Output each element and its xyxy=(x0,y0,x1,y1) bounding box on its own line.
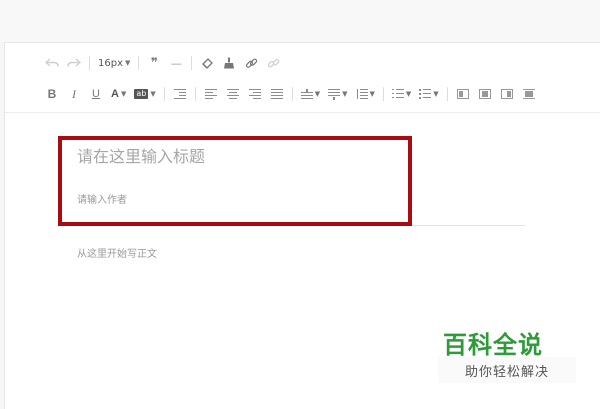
chevron-down-icon: ▼ xyxy=(369,90,375,98)
clear-format-button[interactable] xyxy=(200,54,214,72)
align-justify-icon xyxy=(270,89,283,99)
insert-link-button[interactable] xyxy=(244,54,258,72)
font-size-select[interactable]: 16px ▼ xyxy=(98,54,130,72)
font-color-icon: A xyxy=(111,88,119,100)
ordered-list-icon xyxy=(391,89,404,99)
author-divider xyxy=(77,225,525,226)
horizontal-rule-icon: — xyxy=(170,56,182,70)
top-bar xyxy=(0,0,600,42)
image-left-icon xyxy=(456,89,469,99)
toolbar-separator xyxy=(382,87,384,101)
italic-button[interactable]: I xyxy=(67,85,81,103)
line-height-button[interactable]: ▼ xyxy=(356,85,375,103)
paragraph-spacing-after-button[interactable]: ▼ xyxy=(328,85,348,103)
toolbar-separator xyxy=(191,56,193,70)
toolbar-separator xyxy=(163,87,165,101)
align-right-button[interactable] xyxy=(248,85,262,103)
watermark-subtitle: 助你轻松解决 xyxy=(438,357,576,383)
spacing-before-icon xyxy=(300,89,313,99)
image-inline-icon xyxy=(478,89,491,99)
image-float-left-button[interactable] xyxy=(456,85,470,103)
image-center-button[interactable] xyxy=(522,85,536,103)
image-inline-button[interactable] xyxy=(478,85,492,103)
body-input[interactable]: 从这里开始写正文 xyxy=(77,245,157,260)
line-height-icon xyxy=(356,89,368,99)
eraser-icon xyxy=(202,58,214,69)
align-left-icon xyxy=(204,89,217,99)
unordered-list-button[interactable]: ▼ xyxy=(419,85,439,103)
chevron-down-icon: ▼ xyxy=(342,90,348,98)
remove-link-button[interactable] xyxy=(266,54,280,72)
bold-button[interactable]: B xyxy=(45,85,59,103)
unordered-list-icon xyxy=(419,89,432,99)
toolbar-row-1: 16px ▼ ❞ — xyxy=(45,53,288,73)
background-color-button[interactable]: ab ▼ xyxy=(134,85,156,103)
chevron-down-icon: ▼ xyxy=(125,59,131,67)
toolbar-separator xyxy=(89,56,90,70)
horizontal-rule-button[interactable]: — xyxy=(169,54,183,72)
indent-icon xyxy=(173,89,186,99)
unlink-icon xyxy=(267,58,280,67)
watermark-title: 百科全说 xyxy=(443,331,543,359)
image-center-icon xyxy=(522,89,535,99)
image-float-right-button[interactable] xyxy=(500,85,514,103)
format-painter-button[interactable] xyxy=(222,54,236,72)
paragraph-spacing-before-button[interactable]: ▼ xyxy=(300,85,321,103)
brush-icon xyxy=(224,57,235,69)
undo-icon[interactable] xyxy=(45,54,59,72)
spacing-after-icon xyxy=(328,89,341,100)
align-center-button[interactable] xyxy=(226,85,240,103)
toolbar-row-2: B I U A ▼ ab ▼ ▼ ▼ ▼ ▼ ▼ xyxy=(45,84,544,104)
link-icon xyxy=(245,58,258,68)
toolbar-separator xyxy=(194,87,196,101)
font-color-button[interactable]: A ▼ xyxy=(111,85,126,103)
align-justify-button[interactable] xyxy=(270,85,284,103)
align-left-button[interactable] xyxy=(204,85,218,103)
align-right-icon xyxy=(248,89,261,99)
chevron-down-icon: ▼ xyxy=(120,90,127,98)
font-size-value: 16px xyxy=(98,57,123,69)
quote-icon: ❞ xyxy=(150,55,158,71)
indent-button[interactable] xyxy=(173,85,187,103)
toolbar-separator xyxy=(446,87,448,101)
image-right-icon xyxy=(500,89,513,99)
background-color-icon: ab xyxy=(134,89,149,99)
editor-toolbar: 16px ▼ ❞ — B I U A ▼ ab ▼ ▼ ▼ ▼ ▼ ▼ xyxy=(5,43,600,113)
chevron-down-icon: ▼ xyxy=(433,90,439,98)
chevron-down-icon: ▼ xyxy=(150,90,156,98)
chevron-down-icon: ▼ xyxy=(405,90,412,98)
title-input[interactable]: 请在这里输入标题 xyxy=(77,143,205,167)
redo-icon[interactable] xyxy=(67,54,81,72)
underline-button[interactable]: U xyxy=(89,85,103,103)
toolbar-separator xyxy=(138,56,140,70)
toolbar-separator xyxy=(291,87,293,101)
blockquote-button[interactable]: ❞ xyxy=(147,54,161,72)
author-input[interactable]: 请输入作者 xyxy=(77,191,127,206)
chevron-down-icon: ▼ xyxy=(314,90,321,98)
ordered-list-button[interactable]: ▼ xyxy=(391,85,412,103)
align-center-icon xyxy=(226,89,239,99)
